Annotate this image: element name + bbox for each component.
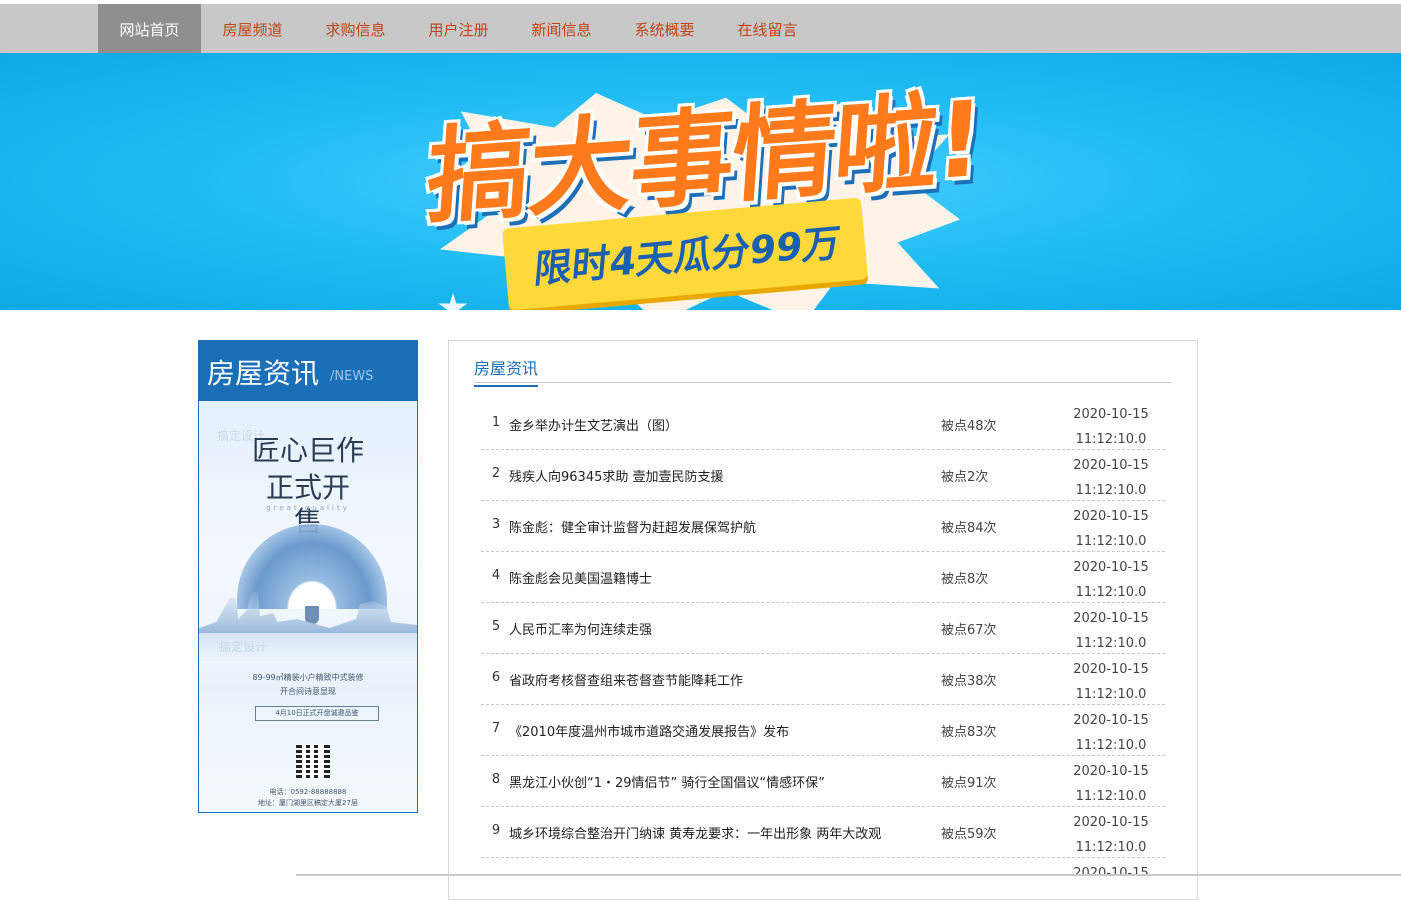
news-row-number: 7 (491, 721, 501, 736)
nav-item-register[interactable]: 用户注册 (407, 4, 510, 53)
news-row-time: 11:12:10.0 (1075, 534, 1147, 549)
nav-item-news[interactable]: 新闻信息 (510, 4, 613, 53)
news-row-time: 11:12:10.0 (1075, 432, 1147, 447)
news-row-date: 2020-10-15 (1073, 560, 1149, 575)
sidebar-subtitle: /NEWS (330, 369, 374, 384)
poster-watermark-2: 搞定设计 (219, 640, 268, 654)
news-row-time: 11:12:10.0 (1075, 483, 1147, 498)
news-row-number: 9 (491, 823, 501, 838)
nav-item-home[interactable]: 网站首页 (98, 4, 201, 53)
news-row-datetime: 2020-10-15 11:12:10.0 (1051, 453, 1171, 503)
poster-line-1: 匠心巨作 (251, 434, 364, 467)
fan-handle (305, 606, 319, 624)
news-row-number: 6 (491, 670, 501, 685)
news-row-title[interactable]: 金乡举办计生文艺演出（图） (509, 415, 929, 434)
news-row-datetime: 2020-10-15 11:12:10.0 (1051, 810, 1171, 860)
news-row-number: 4 (491, 568, 501, 583)
poster-desc-1: 89-99㎡精装小户精致中式装修 (252, 673, 364, 682)
news-row-number: 3 (491, 517, 501, 532)
news-row[interactable]: 7 《2010年度温州市城市道路交通发展报告》发布 被点83次 2020-10-… (481, 705, 1165, 756)
news-row-datetime: 2020-10-15 11:12:10.0 (1051, 708, 1171, 758)
news-row[interactable]: 4 陈金彪会见美国温籍博士 被点8次 2020-10-15 11:12:10.0 (481, 552, 1165, 603)
news-row[interactable]: 1 金乡举办计生文艺演出（图） 被点48次 2020-10-15 11:12:10… (481, 399, 1165, 450)
news-row-hits: 被点38次 (941, 674, 997, 689)
news-row-hits: 被点59次 (941, 827, 997, 842)
nav-item-guestbook[interactable]: 在线留言 (716, 4, 819, 53)
news-row-date: 2020-10-15 (1073, 713, 1149, 728)
news-row-date: 2020-10-15 (1073, 662, 1149, 677)
news-row-number: 1 (491, 415, 501, 430)
news-row-time: 11:12:10.0 (1075, 738, 1147, 753)
poster-open-date-button: 4月10日正式开盘诚邀品鉴 (255, 706, 379, 721)
news-row-number: 5 (491, 619, 501, 634)
poster-desc-2: 开合间诗意显现 (280, 687, 336, 696)
news-row-time: 11:12:10.0 (1075, 840, 1147, 855)
news-row-title[interactable]: 城乡环境综合整治开门纳谏 黄寿龙要求：一年出形象 两年大改观 (509, 823, 929, 842)
news-row-hits: 被点8次 (941, 572, 989, 587)
sidebar-title: 房屋资讯 (207, 357, 320, 390)
news-row-title[interactable]: 黑龙江小伙创“1・29情侣节” 骑行全国倡议“情感环保” (509, 772, 929, 791)
house-news-sidebar: 房屋资讯 /NEWS 搞定设计 匠心巨作 正式开 售 great quality… (198, 340, 418, 813)
news-row-title[interactable]: 省政府考核督查组来苍督查节能降耗工作 (509, 670, 929, 689)
news-row-title[interactable]: 陈金彪：健全审计监督为赶超发展保驾护航 (509, 517, 929, 536)
news-row-time: 11:12:10.0 (1075, 789, 1147, 804)
news-row-datetime: 2020-10-15 11:12:10.0 (1051, 402, 1171, 452)
news-row-hits: 被点91次 (941, 776, 997, 791)
news-row-datetime: 2020-10-15 11:12:10.0 (1051, 606, 1171, 656)
nav-item-system-overview[interactable]: 系统概要 (613, 4, 716, 53)
nav-item-purchase-info[interactable]: 求购信息 (304, 4, 407, 53)
news-row[interactable]: 6 省政府考核督查组来苍督查节能降耗工作 被点38次 2020-10-15 11:… (481, 654, 1165, 705)
news-row-datetime: 2020-10-15 11:12:10.0 (1051, 504, 1171, 554)
news-row-hits: 被点84次 (941, 521, 997, 536)
news-heading-divider (474, 382, 1172, 383)
news-row-time: 11:12:10.0 (1075, 687, 1147, 702)
news-row-date: 2020-10-15 (1073, 407, 1149, 422)
news-row-title[interactable]: 《2010年度温州市城市道路交通发展报告》发布 (509, 721, 929, 740)
news-row-hits: 被点67次 (941, 623, 997, 638)
promo-banner[interactable]: 搞大事情啦! 限时4天瓜分99万 (0, 53, 1401, 310)
sidebar-header: 房屋资讯 /NEWS (199, 341, 417, 401)
star-icon (438, 293, 468, 310)
news-row-date: 2020-10-15 (1073, 458, 1149, 473)
news-row-number: 8 (491, 772, 501, 787)
news-row-date: 2020-10-15 (1073, 764, 1149, 779)
news-row[interactable]: 8 黑龙江小伙创“1・29情侣节” 骑行全国倡议“情感环保” 被点91次 202… (481, 756, 1165, 807)
news-row[interactable]: 3 陈金彪：健全审计监督为赶超发展保驾护航 被点84次 2020-10-15 11… (481, 501, 1165, 552)
poster-phone: 电话：0592-88888888 (269, 788, 347, 796)
news-row-time: 11:12:10.0 (1075, 636, 1147, 651)
sidebar-poster[interactable]: 搞定设计 匠心巨作 正式开 售 great quality 搞定设计 89-99… (199, 401, 417, 812)
news-row-hits: 被点2次 (941, 470, 989, 485)
top-nav: 网站首页 房屋频道 求购信息 用户注册 新闻信息 系统概要 在线留言 (0, 4, 1401, 53)
poster-address: 地址：厦门湖里区稿定大厦27层 (258, 799, 358, 807)
news-row-title[interactable]: 残疾人向96345求助 壹加壹民防支援 (509, 466, 929, 485)
news-row-date: 2020-10-15 (1073, 815, 1149, 830)
qr-code-icon (296, 744, 330, 778)
poster-english: great quality (266, 504, 350, 512)
news-row-datetime: 2020-10-15 11:12:10.0 (1051, 657, 1171, 707)
news-row-time: 11:12:10.0 (1075, 585, 1147, 600)
news-row[interactable]: 9 城乡环境综合整治开门纳谏 黄寿龙要求：一年出形象 两年大改观 被点59次 2… (481, 807, 1165, 858)
news-row-title[interactable]: 人民币汇率为何连续走强 (509, 619, 929, 638)
news-row[interactable]: 5 人民币汇率为何连续走强 被点67次 2020-10-15 11:12:10.0 (481, 603, 1165, 654)
news-row-date: 2020-10-15 (1073, 509, 1149, 524)
news-row-datetime: 2020-10-15 11:12:10.0 (1051, 759, 1171, 809)
news-row-datetime: 2020-10-15 11:12:10.0 (1051, 555, 1171, 605)
news-row-date: 2020-10-15 (1073, 611, 1149, 626)
news-row-title[interactable]: 陈金彪会见美国温籍博士 (509, 568, 929, 587)
news-row-hits: 被点83次 (941, 725, 997, 740)
news-row[interactable]: 2 残疾人向96345求助 壹加壹民防支援 被点2次 2020-10-15 11:… (481, 450, 1165, 501)
news-row-hits: 被点48次 (941, 419, 997, 434)
news-row-number: 2 (491, 466, 501, 481)
nav-item-house-channel[interactable]: 房屋频道 (201, 4, 304, 53)
